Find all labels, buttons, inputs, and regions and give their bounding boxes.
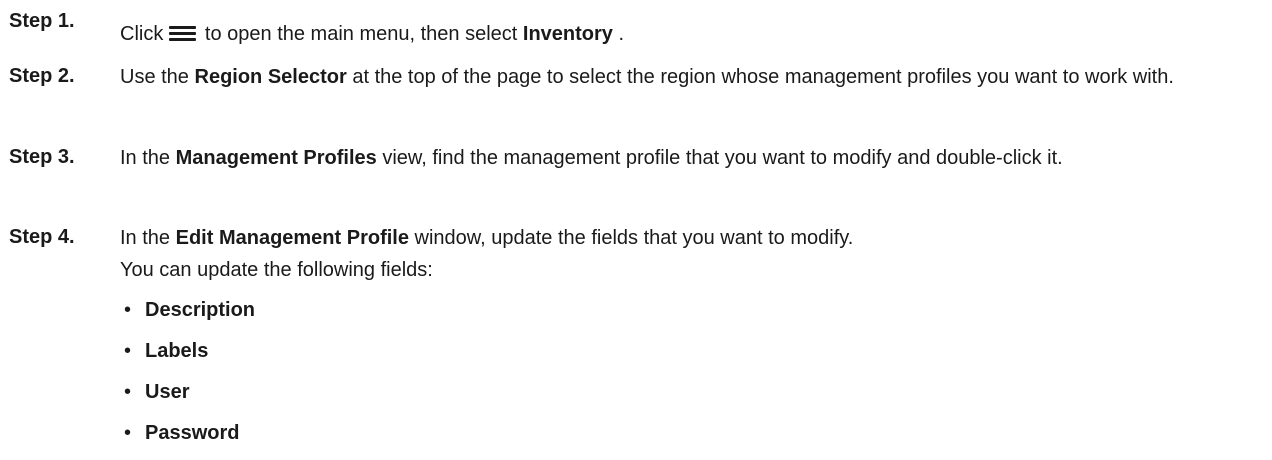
fields-intro: You can update the following fields:	[120, 259, 433, 281]
bullet-icon: •	[124, 422, 132, 444]
management-profiles-term: Management Profiles	[175, 147, 377, 169]
step-text: In the Management Profiles view, find th…	[120, 147, 1063, 169]
inventory-term: Inventory	[522, 23, 613, 45]
list-item: • User	[120, 378, 1260, 406]
step-text: In the Edit Management Profile window, u…	[120, 224, 1260, 460]
bullet-icon: •	[124, 340, 132, 362]
step-label: Step 2.	[9, 65, 75, 87]
step-label: Step 1.	[9, 10, 75, 32]
edit-management-profile-term: Edit Management Profile	[175, 227, 409, 249]
hamburger-menu-icon	[169, 25, 197, 41]
step-text: Use the Region Selector at the top of th…	[120, 66, 1174, 88]
list-item: • Description	[120, 296, 1260, 324]
list-item: • Labels	[120, 337, 1260, 365]
list-item: • Password	[120, 419, 1260, 447]
region-selector-term: Region Selector	[194, 66, 347, 88]
step-label: Step 3.	[9, 146, 75, 168]
step-label: Step 4.	[9, 226, 75, 248]
field-list: • Description • Labels • User • Password	[120, 296, 1260, 447]
step-text: Click to open the main menu, then select…	[120, 23, 625, 45]
bullet-icon: •	[124, 381, 132, 403]
step-4-instruction: In the Edit Management Profile window, u…	[120, 227, 854, 249]
bullet-icon: •	[124, 299, 132, 321]
